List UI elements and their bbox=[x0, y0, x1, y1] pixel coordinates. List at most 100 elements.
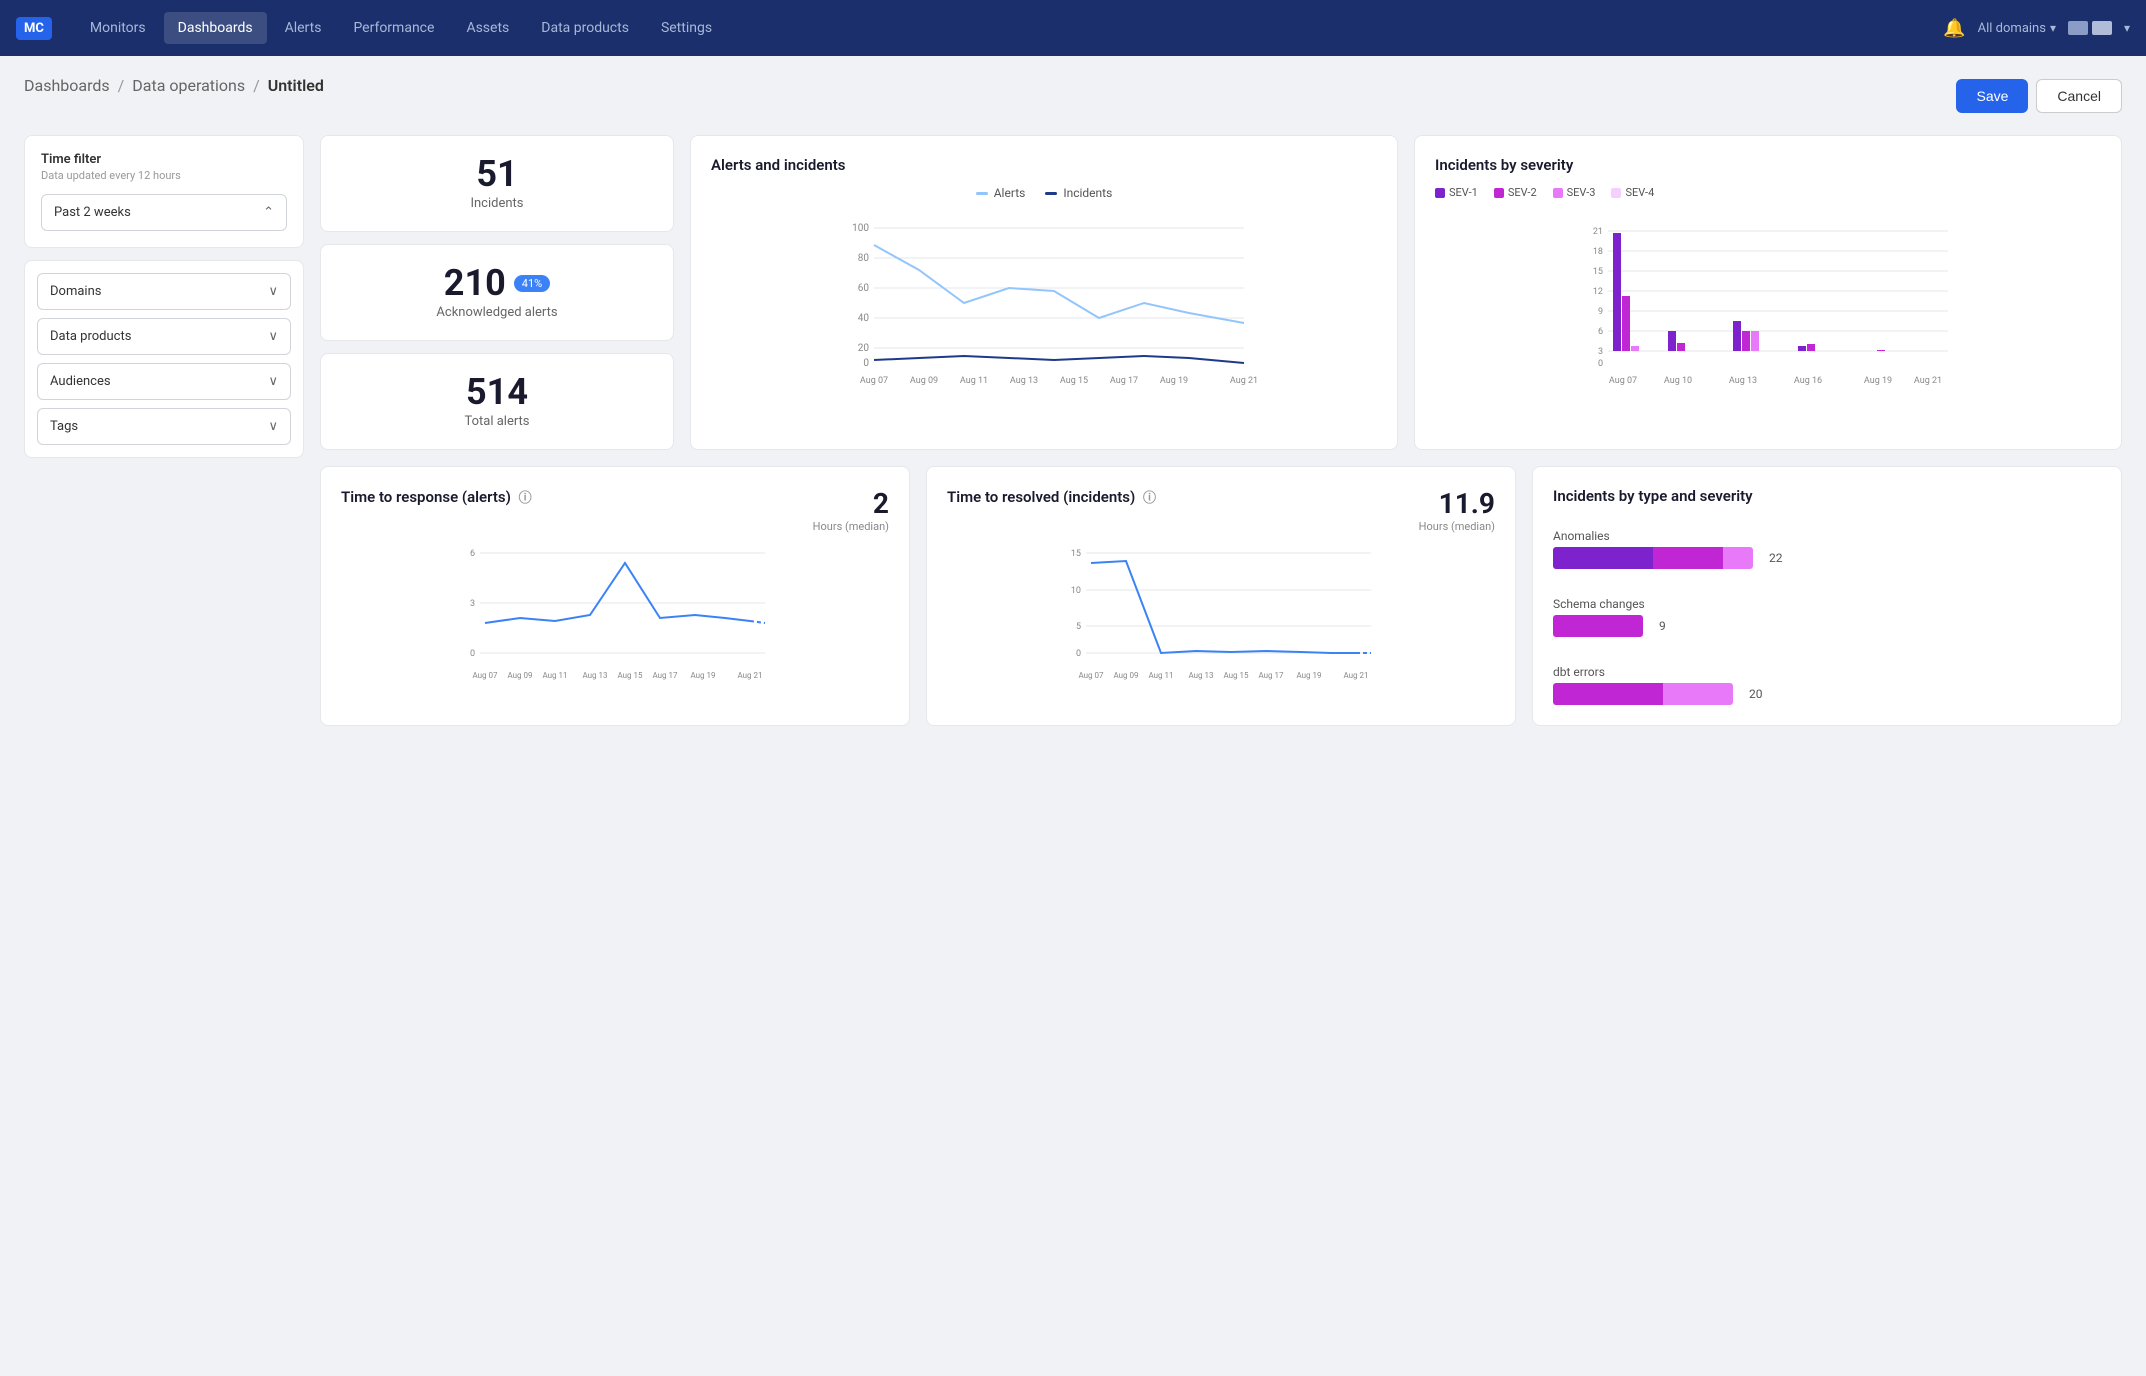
data-products-filter[interactable]: Data products ∨ bbox=[37, 318, 291, 355]
svg-text:15: 15 bbox=[1593, 267, 1603, 277]
main-content: 51 Incidents 210 41% Acknowledged alerts… bbox=[320, 135, 2122, 726]
sev2-label: SEV-2 bbox=[1508, 186, 1537, 199]
sev1-legend: SEV-1 bbox=[1435, 186, 1478, 199]
anomalies-bars bbox=[1553, 547, 1753, 569]
sev4-label: SEV-4 bbox=[1625, 186, 1654, 199]
ack-row: 210 41% bbox=[444, 265, 550, 301]
anomalies-sev2-bar bbox=[1653, 547, 1723, 569]
time-resolved-chart: Time to resolved (incidents) ⓘ 11.9 Hour… bbox=[926, 466, 1516, 726]
svg-text:Aug 15: Aug 15 bbox=[617, 671, 643, 680]
svg-text:0: 0 bbox=[470, 649, 475, 659]
severity-chart-title: Incidents by severity bbox=[1435, 156, 2101, 174]
page-actions: Save Cancel bbox=[1956, 79, 2122, 113]
audiences-filter[interactable]: Audiences ∨ bbox=[37, 363, 291, 400]
svg-text:Aug 15: Aug 15 bbox=[1223, 671, 1249, 680]
bar-chart-horizontal: Anomalies 22 bbox=[1553, 529, 2101, 705]
nav-right: 🔔 All domains ▾ ▾ bbox=[1943, 18, 2130, 39]
svg-text:5: 5 bbox=[1076, 622, 1081, 632]
nav-item-performance[interactable]: Performance bbox=[339, 12, 448, 44]
time-filter-select[interactable]: Past 2 weeks ⌃ bbox=[41, 194, 287, 231]
bottom-row: Time to response (alerts) ⓘ 2 Hours (med… bbox=[320, 466, 2122, 726]
avatar-group bbox=[2068, 21, 2112, 35]
svg-text:Aug 07: Aug 07 bbox=[472, 671, 498, 680]
dbt-sev2-bar bbox=[1663, 683, 1733, 705]
anomalies-label: Anomalies bbox=[1553, 529, 2101, 543]
time-resolved-svg: 15 10 5 0 Aug 07 Aug 09 Aug 11 bbox=[947, 533, 1495, 693]
sev4-legend: SEV-4 bbox=[1611, 186, 1654, 199]
svg-text:Aug 19: Aug 19 bbox=[1864, 376, 1892, 386]
svg-text:20: 20 bbox=[858, 343, 870, 354]
chevron-down-icon5: ∨ bbox=[268, 329, 278, 344]
svg-text:0: 0 bbox=[1076, 649, 1081, 659]
chevron-down-icon7: ∨ bbox=[268, 419, 278, 434]
severity-legend: SEV-1 SEV-2 SEV-3 bbox=[1435, 186, 2101, 199]
svg-text:Aug 13: Aug 13 bbox=[1729, 376, 1757, 386]
dbt-track: 20 bbox=[1553, 683, 2101, 705]
ack-value: 210 bbox=[444, 265, 506, 301]
cancel-button[interactable]: Cancel bbox=[2036, 79, 2122, 113]
nav-logo: MC bbox=[16, 17, 52, 40]
severity-svg-chart: 21 18 15 12 9 6 3 0 bbox=[1435, 211, 2101, 391]
svg-text:6: 6 bbox=[470, 549, 475, 559]
time-filter-value: Past 2 weeks bbox=[54, 205, 131, 220]
anomalies-sev1-bar bbox=[1553, 547, 1653, 569]
alerts-chart-legend: Alerts Incidents bbox=[711, 186, 1377, 200]
svg-text:Aug 13: Aug 13 bbox=[582, 671, 607, 680]
nav-item-dashboards[interactable]: Dashboards bbox=[164, 12, 267, 44]
info-icon: ⓘ bbox=[519, 491, 532, 506]
severity-chart: Incidents by severity SEV-1 SEV-2 bbox=[1414, 135, 2122, 450]
time-filter-title: Time filter bbox=[41, 152, 287, 167]
svg-text:Aug 21: Aug 21 bbox=[1230, 376, 1258, 386]
nav-item-monitors[interactable]: Monitors bbox=[76, 12, 160, 44]
breadcrumb-data-operations[interactable]: Data operations bbox=[132, 76, 245, 95]
acknowledged-card: 210 41% Acknowledged alerts bbox=[320, 244, 674, 341]
incidents-legend-item: Incidents bbox=[1045, 186, 1112, 200]
time-resolved-title: Time to resolved (incidents) ⓘ bbox=[947, 487, 1156, 506]
time-response-value-group: 2 Hours (median) bbox=[813, 487, 889, 533]
svg-text:Aug 17: Aug 17 bbox=[1258, 671, 1284, 680]
incidents-legend-label: Incidents bbox=[1063, 186, 1112, 200]
schema-bars bbox=[1553, 615, 1643, 637]
sev3-dot bbox=[1553, 188, 1563, 198]
incidents-legend-dot bbox=[1045, 192, 1057, 195]
tags-filter[interactable]: Tags ∨ bbox=[37, 408, 291, 445]
svg-text:3: 3 bbox=[1598, 347, 1603, 357]
nav-item-assets[interactable]: Assets bbox=[452, 12, 523, 44]
incidents-type-title: Incidents by type and severity bbox=[1553, 487, 2101, 505]
time-filter-subtitle: Data updated every 12 hours bbox=[41, 169, 287, 182]
nav-item-data-products[interactable]: Data products bbox=[527, 12, 643, 44]
dbt-count: 20 bbox=[1749, 687, 1763, 701]
metric-cards: 51 Incidents 210 41% Acknowledged alerts… bbox=[320, 135, 674, 450]
sev2-legend: SEV-2 bbox=[1494, 186, 1537, 199]
page-content: Dashboards / Data operations / Untitled … bbox=[0, 56, 2146, 746]
bell-icon[interactable]: 🔔 bbox=[1943, 18, 1965, 39]
alerts-svg-chart: 100 80 60 40 20 0 Aug 07 Au bbox=[711, 208, 1377, 388]
time-resolved-unit: Hours (median) bbox=[1419, 520, 1495, 533]
alerts-legend-item: Alerts bbox=[976, 186, 1026, 200]
alerts-incidents-chart: Alerts and incidents Alerts Incidents bbox=[690, 135, 1398, 450]
sev3-label: SEV-3 bbox=[1567, 186, 1596, 199]
svg-text:Aug 19: Aug 19 bbox=[690, 671, 715, 680]
svg-text:18: 18 bbox=[1593, 247, 1603, 257]
svg-text:Aug 16: Aug 16 bbox=[1794, 376, 1822, 386]
svg-text:0: 0 bbox=[863, 358, 869, 369]
schema-changes-row: Schema changes 9 bbox=[1553, 597, 2101, 637]
sev1-dot bbox=[1435, 188, 1445, 198]
domains-filter[interactable]: Domains ∨ bbox=[37, 273, 291, 310]
svg-text:15: 15 bbox=[1071, 549, 1081, 559]
svg-text:Aug 07: Aug 07 bbox=[1609, 376, 1637, 386]
avatar2 bbox=[2092, 21, 2112, 35]
dbt-label: dbt errors bbox=[1553, 665, 2101, 679]
breadcrumb-current: Untitled bbox=[268, 76, 324, 95]
svg-text:Aug 17: Aug 17 bbox=[1110, 376, 1138, 386]
svg-text:0: 0 bbox=[1598, 359, 1603, 369]
save-button[interactable]: Save bbox=[1956, 79, 2028, 113]
nav-item-settings[interactable]: Settings bbox=[647, 12, 726, 44]
sev4-dot bbox=[1611, 188, 1621, 198]
time-response-svg: 6 3 0 Aug 07 Aug 09 Aug 11 Aug 13 bbox=[341, 533, 889, 693]
breadcrumb-dashboards[interactable]: Dashboards bbox=[24, 76, 110, 95]
domain-selector[interactable]: All domains ▾ bbox=[1978, 21, 2056, 36]
svg-text:40: 40 bbox=[858, 313, 870, 324]
incidents-by-type-chart: Incidents by type and severity Anomalies bbox=[1532, 466, 2122, 726]
nav-item-alerts[interactable]: Alerts bbox=[271, 12, 336, 44]
